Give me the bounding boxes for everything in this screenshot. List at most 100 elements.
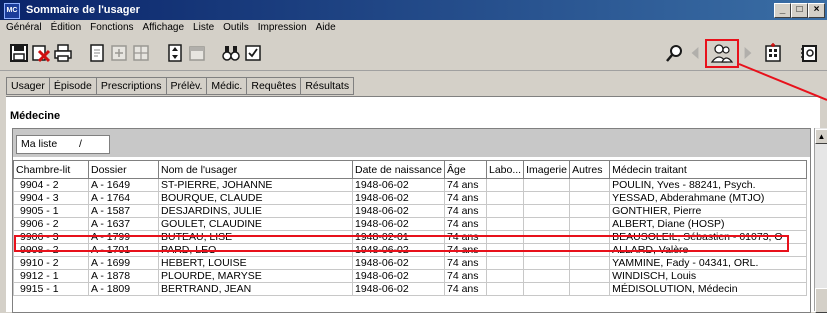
table-row[interactable]: 9905 - 1A - 1587 DESJARDINS, JULIE 1948-06… bbox=[13, 204, 808, 218]
cell-autres bbox=[569, 256, 611, 270]
cell-age: 74 ans bbox=[443, 243, 487, 257]
sort-icon[interactable] bbox=[164, 42, 186, 64]
cell-dossier: A - 1701 bbox=[88, 243, 159, 257]
print-icon[interactable] bbox=[52, 42, 74, 64]
close-button[interactable]: × bbox=[808, 3, 825, 18]
vertical-scrollbar[interactable]: ▲ bbox=[814, 128, 827, 313]
minimize-button[interactable]: _ bbox=[774, 3, 791, 18]
cell-autres bbox=[569, 269, 611, 283]
section-title: Médecine bbox=[10, 110, 61, 122]
cell-medecin: GONTHIER, Pierre bbox=[609, 204, 808, 218]
table-row[interactable]: 9910 - 2A - 1699 HEBERT, LOUISE 1948-06-02… bbox=[13, 256, 808, 270]
cell-dossier: A - 1878 bbox=[88, 269, 159, 283]
hospital-icon[interactable] bbox=[762, 42, 784, 64]
tab-resultats[interactable]: Résultats bbox=[300, 77, 355, 95]
cell-age: 74 ans bbox=[443, 204, 487, 218]
table-row[interactable]: 9906 - 3A - 1799 BUTEAU, LISE 1948-02-01 74… bbox=[13, 230, 808, 244]
table-row[interactable]: 9908 - 2A - 1701 PARD, LEO 1948-06-02 74 an… bbox=[13, 243, 808, 257]
toolbar bbox=[0, 36, 827, 71]
col-nom-usager[interactable]: Nom de l'usager bbox=[158, 160, 353, 179]
tab-episode[interactable]: Épisode bbox=[48, 77, 96, 95]
cell-medecin: YAMMINE, Fady - 04341, ORL. bbox=[609, 256, 808, 270]
table-row[interactable]: 9912 - 1A - 1878 PLOURDE, MARYSE 1948-06-0… bbox=[13, 269, 808, 283]
menu-outils[interactable]: Outils bbox=[223, 20, 249, 36]
col-imagerie[interactable]: Imagerie bbox=[523, 160, 571, 179]
cell-imagerie bbox=[523, 256, 571, 270]
tab-requetes[interactable]: Requêtes bbox=[246, 77, 301, 95]
list-selector[interactable]: Ma liste / bbox=[16, 135, 110, 154]
cell-nom: BUTEAU, LISE bbox=[158, 230, 353, 244]
patient-list: Ma liste / Chambre-lit Dossier Nom de l'… bbox=[12, 128, 811, 313]
menu-fonctions[interactable]: Fonctions bbox=[90, 20, 133, 36]
tab-usager[interactable]: Usager bbox=[6, 77, 49, 95]
col-labo[interactable]: Labo... bbox=[485, 160, 525, 179]
delete-icon[interactable] bbox=[30, 42, 52, 64]
table-row[interactable]: 9915 - 1A - 1809 BERTRAND, JEAN 1948-06-02… bbox=[13, 282, 808, 296]
cell-chambre-lit: 9906 - 2 bbox=[13, 217, 89, 231]
col-age[interactable]: Âge bbox=[443, 160, 487, 179]
agenda-icon[interactable] bbox=[798, 42, 820, 64]
cell-labo bbox=[485, 204, 525, 218]
cell-medecin: ALBERT, Diane (HOSP) bbox=[609, 217, 808, 231]
col-chambre-lit[interactable]: Chambre-lit bbox=[13, 160, 89, 179]
menu-aide[interactable]: Aide bbox=[316, 20, 336, 36]
menu-general[interactable]: Général bbox=[6, 20, 42, 36]
grid-icon[interactable] bbox=[130, 42, 152, 64]
tab-medicaments[interactable]: Médic. bbox=[206, 77, 247, 95]
save-icon[interactable] bbox=[8, 42, 30, 64]
scroll-up-icon[interactable]: ▲ bbox=[815, 129, 827, 144]
menu-edition[interactable]: Édition bbox=[51, 20, 82, 36]
cell-labo bbox=[485, 191, 525, 205]
cell-labo bbox=[485, 217, 525, 231]
cell-nom: BOURQUE, CLAUDE bbox=[158, 191, 353, 205]
cell-autres bbox=[569, 282, 611, 296]
cell-imagerie bbox=[523, 243, 571, 257]
cell-age: 74 ans bbox=[443, 191, 487, 205]
cell-date-naissance: 1948-06-02 bbox=[352, 178, 445, 192]
cell-medecin: POULIN, Yves - 88241, Psych. bbox=[609, 178, 808, 192]
window-controls: _ □ × bbox=[774, 3, 825, 18]
scroll-thumb[interactable] bbox=[815, 288, 827, 313]
next-icon[interactable] bbox=[741, 42, 755, 64]
checklist-icon[interactable] bbox=[242, 42, 264, 64]
table-row[interactable]: 9904 - 3A - 1764 BOURQUE, CLAUDE 1948-06-0… bbox=[13, 191, 808, 205]
table-row[interactable]: 9904 - 2A - 1649 ST-PIERRE, JOHANNE 1948-0… bbox=[13, 178, 808, 192]
calendar-icon[interactable] bbox=[186, 42, 208, 64]
previous-icon[interactable] bbox=[688, 42, 702, 64]
calculator-icon[interactable] bbox=[108, 42, 130, 64]
menu-bar: Général Édition Fonctions Affichage List… bbox=[0, 20, 827, 36]
search-icon[interactable] bbox=[664, 42, 686, 64]
col-date-naissance[interactable]: Date de naissance bbox=[352, 160, 445, 179]
cell-dossier: A - 1649 bbox=[88, 178, 159, 192]
app-icon: MC bbox=[4, 3, 20, 19]
col-medecin-traitant[interactable]: Médecin traitant bbox=[609, 160, 808, 179]
col-autres[interactable]: Autres bbox=[569, 160, 611, 179]
cell-date-naissance: 1948-02-01 bbox=[352, 230, 445, 244]
tab-prescriptions[interactable]: Prescriptions bbox=[95, 77, 166, 95]
document-icon[interactable] bbox=[86, 42, 108, 64]
cell-nom: GOULET, CLAUDINE bbox=[158, 217, 353, 231]
menu-affichage[interactable]: Affichage bbox=[143, 20, 185, 36]
cell-date-naissance: 1948-06-02 bbox=[352, 243, 445, 257]
table-row[interactable]: 9906 - 2A - 1637 GOULET, CLAUDINE 1948-06-… bbox=[13, 217, 808, 231]
cell-chambre-lit: 9908 - 2 bbox=[13, 243, 89, 257]
menu-liste[interactable]: Liste bbox=[193, 20, 214, 36]
cell-date-naissance: 1948-06-02 bbox=[352, 269, 445, 283]
col-dossier[interactable]: Dossier bbox=[88, 160, 159, 179]
cell-autres bbox=[569, 191, 611, 205]
tab-prelevements[interactable]: Prélèv. bbox=[165, 77, 207, 95]
maximize-button[interactable]: □ bbox=[791, 3, 808, 18]
cell-dossier: A - 1764 bbox=[88, 191, 159, 205]
cell-age: 74 ans bbox=[443, 256, 487, 270]
cell-date-naissance: 1948-06-02 bbox=[352, 191, 445, 205]
list-selector-arrow: / bbox=[79, 138, 82, 150]
cell-imagerie bbox=[523, 217, 571, 231]
cell-autres bbox=[569, 204, 611, 218]
cell-medecin: YESSAD, Abderahmane (MTJO) bbox=[609, 191, 808, 205]
cell-nom: HEBERT, LOUISE bbox=[158, 256, 353, 270]
cell-age: 74 ans bbox=[443, 269, 487, 283]
binoculars-icon[interactable] bbox=[220, 42, 242, 64]
patient-icon[interactable] bbox=[709, 41, 735, 65]
cell-labo bbox=[485, 256, 525, 270]
menu-impression[interactable]: Impression bbox=[258, 20, 307, 36]
